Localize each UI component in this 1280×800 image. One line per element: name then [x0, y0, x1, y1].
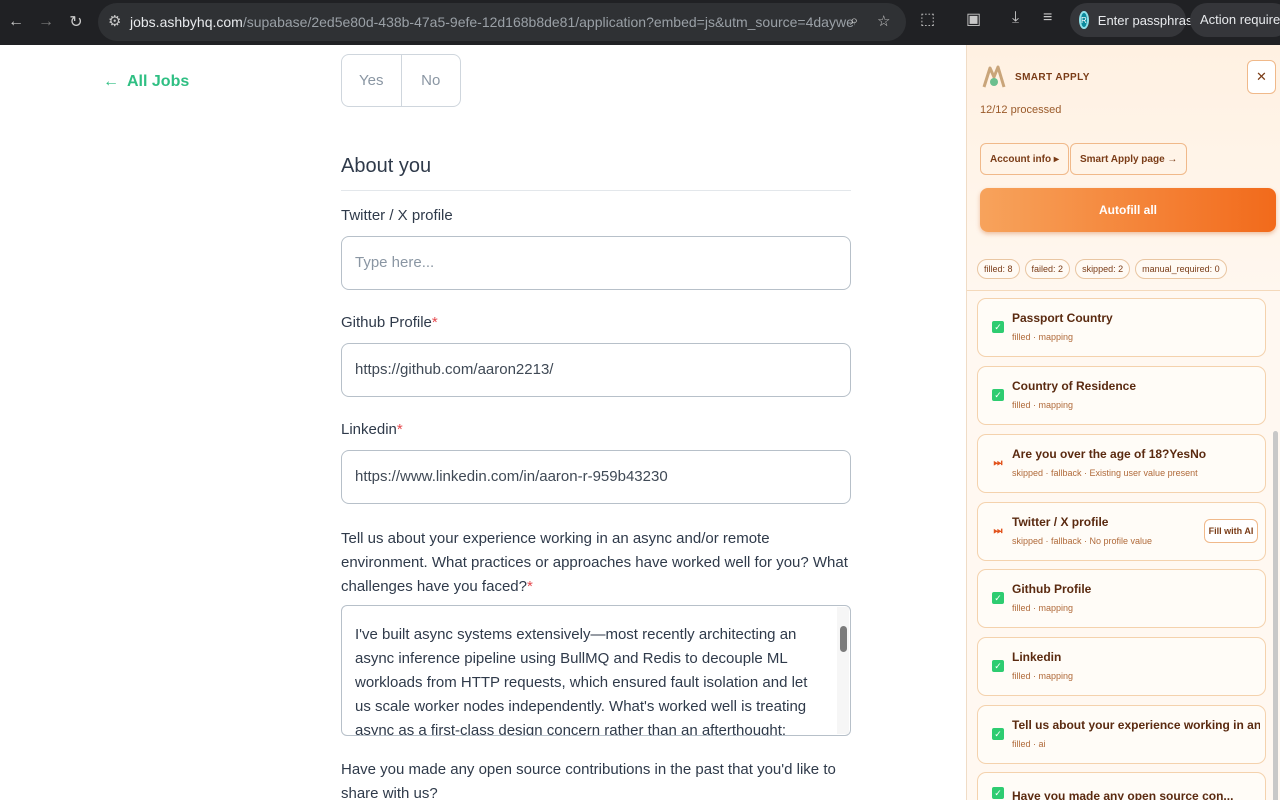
- processed-count: 12/12 processed: [980, 104, 1062, 116]
- required-mark: *: [431, 314, 438, 331]
- skip-icon: ⏭: [993, 457, 1003, 469]
- passphrase-button[interactable]: R Enter passphrase: [1070, 3, 1200, 37]
- smart-apply-page-button[interactable]: Smart Apply page →: [1070, 143, 1188, 175]
- application-page: ← All Jobs Yes No About you Twitter / X …: [0, 45, 966, 800]
- required-mark: *: [526, 578, 533, 595]
- panel-header: SMART APPLY ✕ 12/12 processed Account in…: [967, 45, 1280, 291]
- item-title: Country of Residence: [1012, 379, 1137, 393]
- async-question-text: Tell us about your experience working in…: [341, 530, 848, 595]
- no-option[interactable]: No: [402, 55, 461, 106]
- stat-skipped: skipped: 2: [1075, 259, 1131, 279]
- list-item[interactable]: ✓ Tell us about your experience working …: [977, 705, 1266, 764]
- close-panel-button[interactable]: ✕: [1247, 60, 1276, 94]
- smart-apply-logo-icon: [982, 65, 1006, 88]
- section-divider: [341, 190, 851, 191]
- item-title: Are you over the age of 18?YesNo: [1012, 447, 1207, 461]
- item-status: filled · mapping: [1012, 332, 1074, 342]
- linkedin-label: Linkedin*: [341, 421, 403, 438]
- panel-scroll-thumb[interactable]: [1273, 431, 1278, 800]
- fill-with-ai-button[interactable]: Fill with AI: [1204, 519, 1258, 543]
- list-item[interactable]: ⏭ Twitter / X profile skipped · fallback…: [977, 502, 1266, 561]
- required-mark: *: [396, 421, 403, 438]
- async-question-label: Tell us about your experience working in…: [341, 527, 853, 599]
- item-status: filled · mapping: [1012, 400, 1074, 410]
- extensions-icon[interactable]: ⬚: [920, 9, 935, 29]
- github-input[interactable]: https://github.com/aaron2213/: [341, 343, 851, 397]
- oss-question-label: Have you made any open source contributi…: [341, 761, 836, 800]
- item-title: Tell us about your experience working in…: [1012, 718, 1260, 732]
- item-status: filled · ai: [1012, 739, 1046, 749]
- profile-avatar: R: [1079, 11, 1089, 29]
- passphrase-label: Enter passphrase: [1097, 12, 1200, 28]
- stat-manual-required: manual_required: 0: [1135, 259, 1227, 279]
- item-title: Github Profile: [1012, 582, 1092, 596]
- twitter-label-text: Twitter / X profile: [341, 207, 453, 224]
- list-item[interactable]: ✓ Github Profile filled · mapping: [977, 569, 1266, 628]
- twitter-input[interactable]: Type here...: [341, 236, 851, 290]
- item-title: Linkedin: [1012, 650, 1062, 664]
- reading-list-icon[interactable]: ≡: [1043, 9, 1052, 27]
- check-icon: ✓: [992, 592, 1004, 604]
- list-item[interactable]: ⏭ Are you over the age of 18?YesNo skipp…: [977, 434, 1266, 493]
- linkedin-input[interactable]: https://www.linkedin.com/in/aaron-r-959b…: [341, 450, 851, 504]
- list-item[interactable]: ✓ Passport Country filled · mapping: [977, 298, 1266, 357]
- back-arrow-icon[interactable]: ←: [1, 7, 31, 37]
- account-info-button[interactable]: Account info ▸: [980, 143, 1069, 175]
- check-icon: ✓: [992, 660, 1004, 672]
- github-label-text: Github Profile: [341, 314, 432, 331]
- item-status: skipped · fallback · Existing user value…: [1012, 468, 1198, 478]
- download-icon[interactable]: ⤓: [1012, 9, 1019, 27]
- item-status: filled · mapping: [1012, 603, 1074, 613]
- item-status: filled · mapping: [1012, 671, 1074, 681]
- list-item[interactable]: ✓ Country of Residence filled · mapping: [977, 366, 1266, 425]
- list-item[interactable]: ✓ Linkedin filled · mapping: [977, 637, 1266, 696]
- stats-row: filled: 8 failed: 2 skipped: 2 manual_re…: [977, 259, 1227, 279]
- check-icon: ✓: [992, 321, 1004, 333]
- browser-toolbar: ← → ↻ ⚙ jobs.ashbyhq.com /supabase/2ed5e…: [0, 0, 1280, 45]
- site-info-icon[interactable]: ⚙: [108, 12, 121, 30]
- reload-icon[interactable]: ↻: [61, 7, 91, 37]
- all-jobs-label: All Jobs: [127, 73, 190, 90]
- item-status: skipped · fallback · No profile value: [1012, 536, 1153, 546]
- url-host: jobs.ashbyhq.com: [130, 14, 243, 30]
- field-list: ✓ Passport Country filled · mapping ✓ Co…: [967, 291, 1280, 800]
- textarea-scroll-thumb[interactable]: [840, 626, 847, 652]
- address-bar[interactable]: ⚙ jobs.ashbyhq.com /supabase/2ed5e80d-43…: [98, 3, 906, 41]
- stat-failed: failed: 2: [1024, 259, 1071, 279]
- github-label: Github Profile*: [341, 314, 438, 331]
- check-icon: ✓: [992, 389, 1004, 401]
- item-title: Passport Country: [1012, 311, 1113, 325]
- url-path: /supabase/2ed5e80d-438b-47a5-9efe-12d168…: [242, 14, 855, 30]
- forward-arrow-icon[interactable]: →: [31, 7, 61, 37]
- all-jobs-link[interactable]: ← All Jobs: [103, 73, 189, 91]
- search-zoom-icon[interactable]: ⌕: [850, 12, 858, 29]
- linkedin-label-text: Linkedin: [341, 421, 397, 438]
- list-item[interactable]: ✓ Have you made any open source con...: [977, 772, 1266, 800]
- panel-title: SMART APPLY: [1015, 72, 1090, 83]
- check-icon: ✓: [992, 787, 1004, 799]
- skip-icon: ⏭: [993, 525, 1003, 537]
- yes-no-toggle: Yes No: [341, 54, 461, 107]
- action-required-button[interactable]: Action required: [1190, 3, 1280, 37]
- smart-apply-panel: SMART APPLY ✕ 12/12 processed Account in…: [966, 45, 1280, 800]
- autofill-all-button[interactable]: Autofill all: [980, 188, 1276, 232]
- back-arrow-icon: ←: [103, 73, 119, 90]
- twitter-label: Twitter / X profile: [341, 207, 453, 224]
- item-title: Have you made any open source con...: [1012, 789, 1234, 800]
- check-icon: ✓: [992, 728, 1004, 740]
- async-answer-text: I've built async systems extensively—mos…: [355, 626, 808, 736]
- bookmark-star-icon[interactable]: ☆: [877, 12, 890, 30]
- section-title: About you: [341, 155, 432, 177]
- yes-option[interactable]: Yes: [342, 55, 402, 106]
- close-icon: ✕: [1256, 69, 1267, 84]
- screen-search-icon[interactable]: ▣: [966, 9, 981, 29]
- async-answer-textarea[interactable]: I've built async systems extensively—mos…: [341, 605, 851, 736]
- panel-scrollbar[interactable]: [1271, 291, 1279, 800]
- stat-filled: filled: 8: [977, 259, 1020, 279]
